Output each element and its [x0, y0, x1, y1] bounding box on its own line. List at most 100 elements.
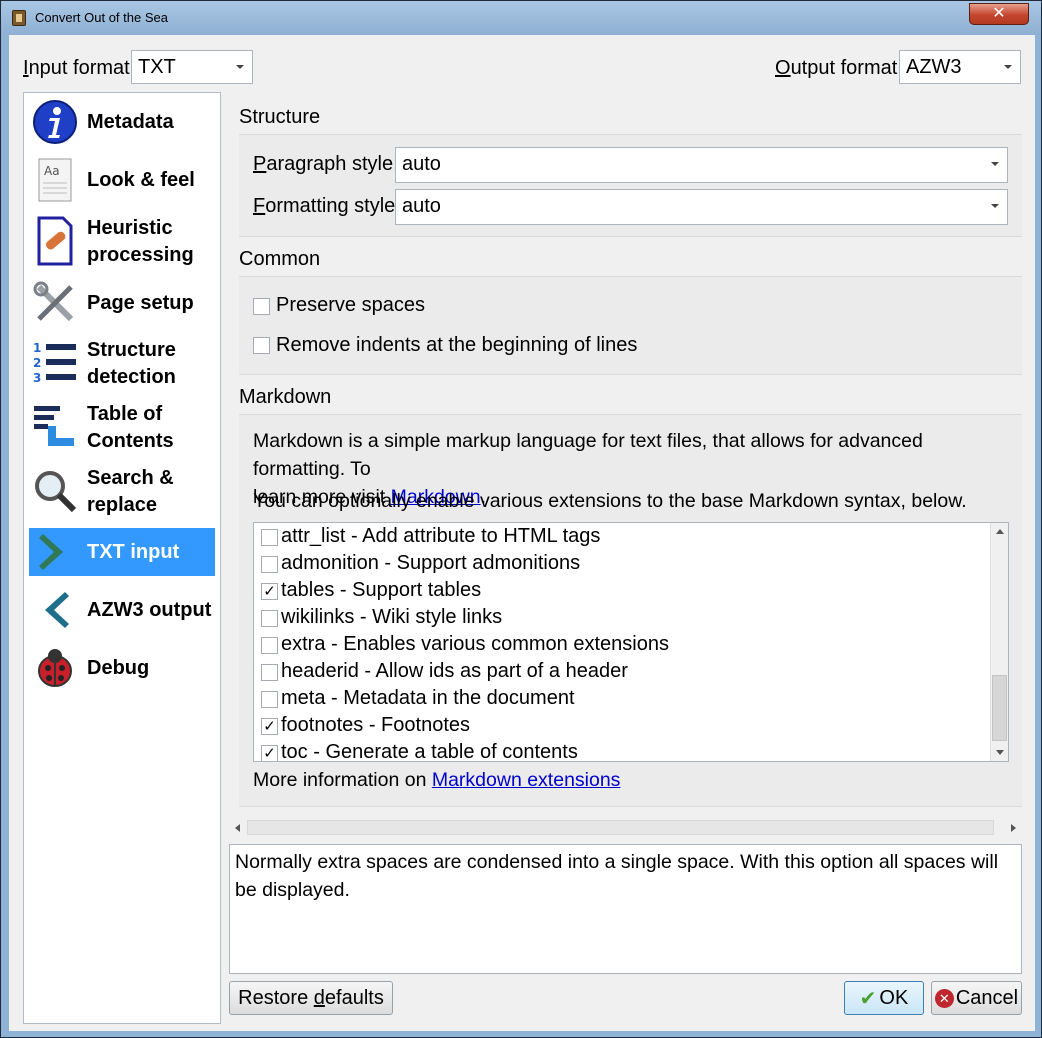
formatting-style-label-rest: ormatting style:: [265, 195, 401, 217]
extension-checkbox[interactable]: [261, 610, 278, 627]
svg-text:Aa: Aa: [44, 164, 60, 178]
label-line: replace: [87, 494, 158, 516]
input-format-value: TXT: [138, 56, 176, 78]
formatting-style-select[interactable]: auto: [395, 189, 1008, 225]
chevron-right-icon: [32, 528, 78, 576]
label-line: Search &: [87, 467, 174, 489]
extension-checkbox[interactable]: [261, 556, 278, 573]
sidebar-item-label: Metadata: [87, 110, 174, 133]
scrollbar-thumb[interactable]: [247, 820, 994, 835]
sidebar-item-structure-detection[interactable]: 123 Structure detection: [29, 335, 215, 391]
extension-checkbox[interactable]: [261, 529, 278, 546]
label-line: Heuristic: [87, 217, 173, 239]
paragraph-style-label-rest: aragraph style:: [266, 153, 399, 175]
close-button[interactable]: ✕: [969, 3, 1029, 25]
chevron-down-icon: [991, 162, 999, 166]
chevron-left-icon: [32, 586, 78, 634]
sidebar-item-page-setup[interactable]: Page setup: [29, 279, 215, 327]
extension-checkbox[interactable]: [261, 691, 278, 708]
sidebar-item-heuristic[interactable]: Heuristic processing: [29, 213, 215, 269]
sidebar-item-label: Look & feel: [87, 168, 195, 191]
list-item[interactable]: admonition - Support admonitions: [254, 551, 991, 578]
list-item[interactable]: ✓ tables - Support tables: [254, 578, 991, 605]
dialog-body: Input format: TXT Output format: AZW3 Me…: [9, 35, 1035, 1031]
extension-label: footnotes - Footnotes: [281, 714, 471, 736]
extension-label: tables - Support tables: [281, 579, 482, 601]
remove-indents-checkbox[interactable]: [253, 337, 270, 354]
sidebar-item-label: AZW3 output: [87, 598, 212, 621]
checkmark-icon: ✔: [859, 987, 877, 1010]
look-feel-icon: Aa: [32, 156, 78, 204]
paragraph-style-value: auto: [402, 153, 441, 175]
label-line: detection: [87, 366, 176, 388]
toc-icon: [32, 399, 78, 455]
scroll-left-icon[interactable]: [235, 824, 240, 832]
sidebar-item-label: Heuristic processing: [87, 215, 194, 269]
info-icon: [32, 98, 78, 146]
magnifier-icon: [32, 463, 78, 519]
remove-indents-label: Remove indents at the beginning of lines: [276, 334, 638, 356]
list-item[interactable]: wikilinks - Wiki style links: [254, 605, 991, 632]
formatting-style-label: Formatting style:: [253, 195, 401, 217]
sidebar-item-txt-input[interactable]: TXT input: [29, 528, 215, 576]
ladybug-icon: [32, 644, 78, 692]
chevron-down-icon: [1004, 65, 1012, 69]
extension-label: headerid - Allow ids as part of a header: [281, 660, 628, 682]
cancel-button[interactable]: ✕ Cancel: [931, 981, 1022, 1015]
scroll-down-icon[interactable]: [996, 750, 1004, 755]
markdown-extensions-link[interactable]: Markdown extensions: [432, 769, 621, 791]
svg-text:3: 3: [33, 371, 41, 385]
structure-heading: Structure: [239, 106, 321, 128]
extension-checkbox[interactable]: ✓: [261, 745, 278, 761]
horizontal-scrollbar[interactable]: [229, 819, 1022, 837]
extension-checkbox[interactable]: ✓: [261, 583, 278, 600]
preserve-spaces-checkbox[interactable]: [253, 298, 270, 315]
list-item[interactable]: extra - Enables various common extension…: [254, 632, 991, 659]
label-line: Table of: [87, 403, 163, 425]
help-text-box: Normally extra spaces are condensed into…: [229, 844, 1022, 974]
extension-label: wikilinks - Wiki style links: [281, 606, 503, 628]
list-item[interactable]: attr_list - Add attribute to HTML tags: [254, 524, 991, 551]
sidebar-item-look-feel[interactable]: Aa Look & feel: [29, 156, 215, 204]
ok-label: OK: [879, 986, 909, 1009]
extension-checkbox[interactable]: ✓: [261, 718, 278, 735]
more-info: More information on Markdown extensions: [253, 766, 620, 794]
list-item[interactable]: meta - Metadata in the document: [254, 686, 991, 713]
tools-icon: [32, 279, 78, 327]
ok-button[interactable]: ✔ OK: [844, 981, 924, 1015]
extension-label: attr_list - Add attribute to HTML tags: [281, 525, 601, 547]
list-item[interactable]: ✓ footnotes - Footnotes: [254, 713, 991, 740]
mnemonic-letter: d: [313, 986, 325, 1009]
scroll-up-icon[interactable]: [996, 529, 1004, 534]
output-format-value: AZW3: [906, 56, 962, 78]
paragraph-style-select[interactable]: auto: [395, 147, 1008, 183]
extension-checkbox[interactable]: [261, 664, 278, 681]
extensions-scrollbar[interactable]: [990, 523, 1008, 761]
sidebar-item-debug[interactable]: Debug: [29, 644, 215, 692]
extensions-intro: You can optionally enable various extens…: [253, 490, 967, 512]
restore-defaults-button[interactable]: Restore defaults: [229, 981, 393, 1015]
sidebar-item-search-replace[interactable]: Search & replace: [29, 463, 215, 519]
extension-checkbox[interactable]: [261, 637, 278, 654]
dialog-window: Convert Out of the Sea ✕ Input format: T…: [0, 0, 1042, 1038]
input-format-select[interactable]: TXT: [131, 50, 253, 84]
numbered-list-icon: 123: [32, 335, 78, 391]
restore-defaults-label: Restore defaults: [238, 986, 384, 1009]
sidebar-item-label: Search & replace: [87, 465, 174, 519]
extension-label: admonition - Support admonitions: [281, 552, 581, 574]
extension-label: extra - Enables various common extension…: [281, 633, 669, 655]
scrollbar-thumb[interactable]: [992, 675, 1007, 741]
input-format-label: Input format:: [23, 57, 136, 79]
sidebar-item-metadata[interactable]: Metadata: [29, 98, 215, 146]
extensions-list[interactable]: attr_list - Add attribute to HTML tags a…: [253, 522, 1009, 762]
scroll-right-icon[interactable]: [1011, 824, 1016, 832]
list-item[interactable]: headerid - Allow ids as part of a header: [254, 659, 991, 686]
preserve-spaces-label: Preserve spaces: [276, 294, 425, 316]
list-item[interactable]: ✓ toc - Generate a table of contents: [254, 740, 991, 761]
sidebar-item-toc[interactable]: Table of Contents: [29, 399, 215, 455]
output-format-select[interactable]: AZW3: [899, 50, 1021, 84]
sidebar-item-azw3-output[interactable]: AZW3 output: [29, 586, 215, 634]
sidebar-item-label: Structure detection: [87, 337, 176, 391]
sidebar-item-label: Debug: [87, 656, 150, 679]
output-format-label-rest: utput format:: [790, 57, 903, 79]
